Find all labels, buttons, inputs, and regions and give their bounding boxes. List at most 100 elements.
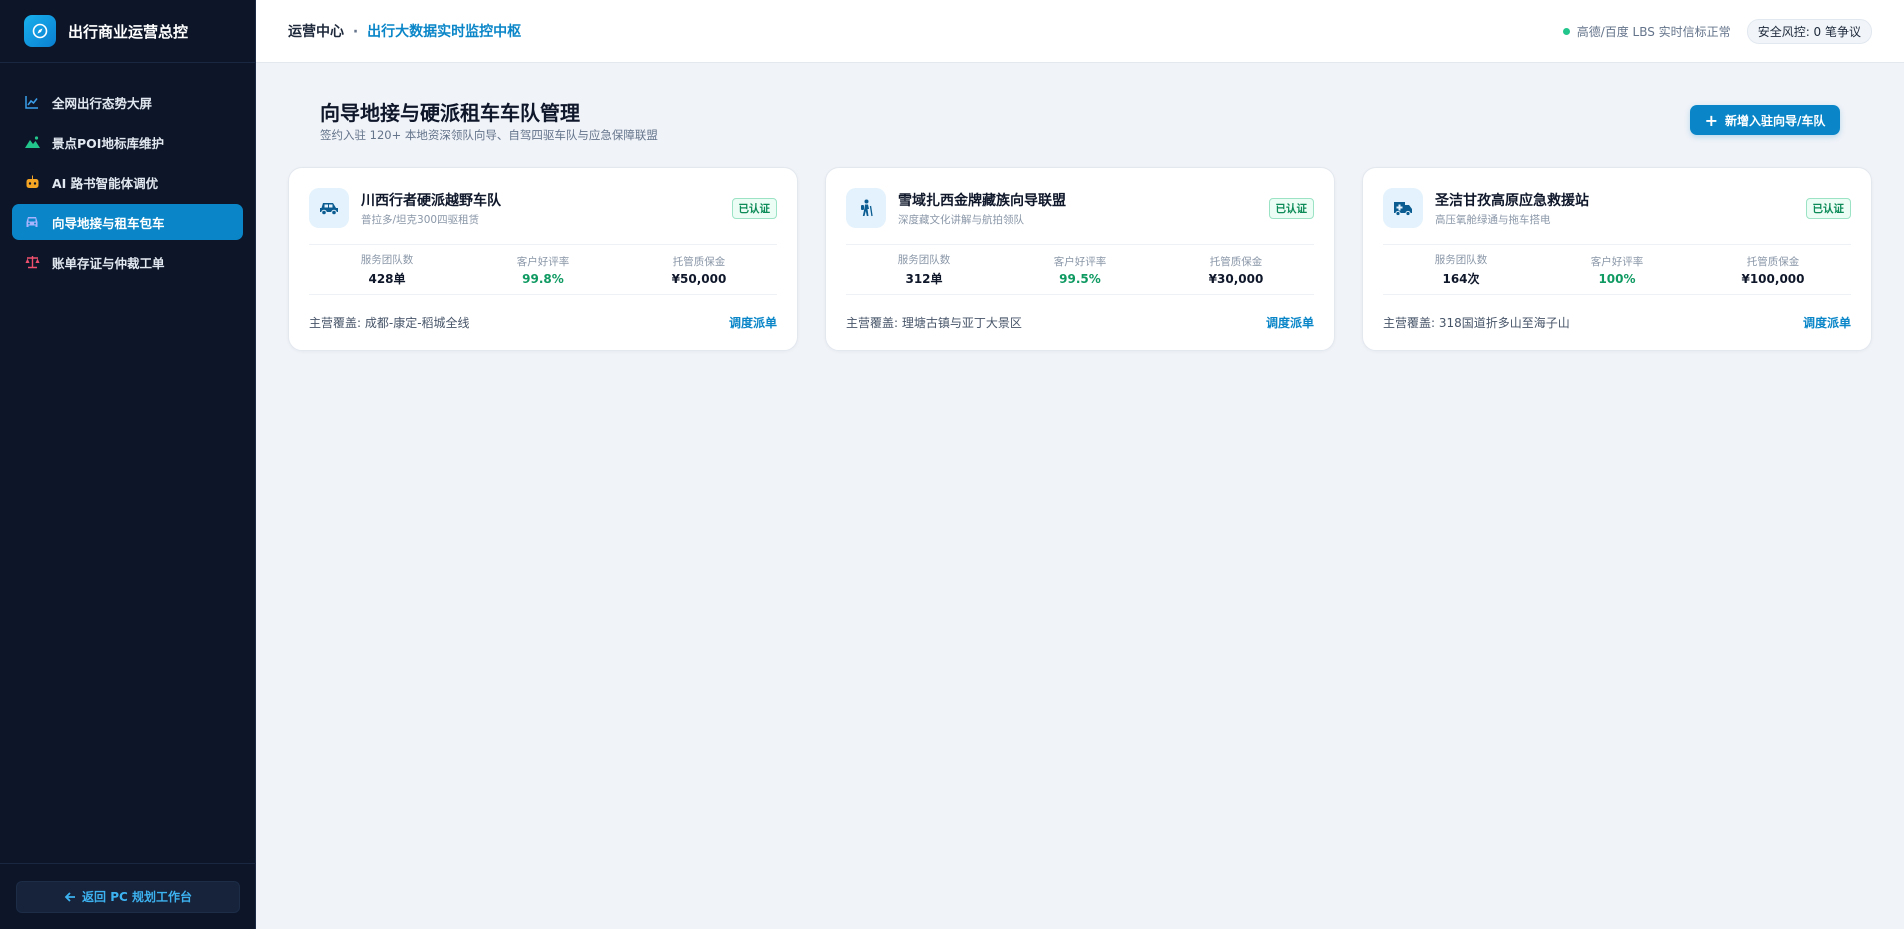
offroad-car-icon bbox=[309, 188, 349, 228]
page-subtitle: 签约入驻 120+ 本地资深领队向导、自驾四驱车队与应急保障联盟 bbox=[320, 128, 658, 142]
stat-value: 428单 bbox=[368, 272, 406, 286]
breadcrumb: 运营中心 · 出行大数据实时监控中枢 bbox=[288, 21, 521, 41]
partner-stats: 服务团队数 164次 客户好评率 100% 托管质保金 ¥100,000 bbox=[1383, 244, 1851, 295]
sidebar-item-label: 账单存证与仲裁工单 bbox=[52, 255, 165, 271]
plus-icon: + bbox=[1704, 110, 1718, 130]
card-titles: 川西行者硬派越野车队 普拉多/坦克300四驱租赁 bbox=[361, 190, 501, 227]
add-button-label: 新增入驻向导/车队 bbox=[1725, 113, 1826, 128]
stat-value: 312单 bbox=[905, 272, 943, 286]
robot-icon bbox=[24, 174, 40, 190]
partner-card: 圣洁甘孜高原应急救援站 高压氧舱绿通与拖车搭电 已认证 服务团队数 164次 客户… bbox=[1362, 167, 1872, 351]
main-content: 向导地接与硬派租车车队管理 签约入驻 120+ 本地资深领队向导、自驾四驱车队与… bbox=[256, 63, 1904, 929]
coverage-text: 主营覆盖: 理塘古镇与亚丁大景区 bbox=[846, 316, 1022, 330]
verified-badge: 已认证 bbox=[1268, 197, 1314, 219]
stat-value: 99.8% bbox=[522, 271, 564, 286]
brand: 出行商业运营总控 bbox=[0, 0, 255, 63]
compass-icon bbox=[24, 15, 56, 47]
card-footer: 主营覆盖: 理塘古镇与亚丁大景区 调度派单 bbox=[846, 295, 1314, 350]
stat-label: 托管质保金 bbox=[1209, 255, 1263, 268]
stat-deposit: 托管质保金 ¥100,000 bbox=[1695, 254, 1851, 286]
lbs-signal-status: 高德/百度 LBS 实时信标正常 bbox=[1562, 23, 1731, 40]
risk-control-badge[interactable]: 安全风控: 0 笔争议 bbox=[1746, 18, 1872, 44]
verified-badge: 已认证 bbox=[1805, 197, 1851, 219]
stat-orders: 服务团队数 312单 bbox=[846, 252, 1002, 287]
mountain-icon bbox=[24, 134, 40, 150]
stat-value: 164次 bbox=[1442, 272, 1480, 286]
stat-label: 客户好评率 bbox=[1053, 255, 1107, 268]
card-header: 雪域扎西金牌藏族向导联盟 深度藏文化讲解与航拍领队 已认证 bbox=[846, 188, 1314, 228]
partner-desc: 普拉多/坦克300四驱租赁 bbox=[361, 213, 480, 226]
status-dot-icon bbox=[1562, 27, 1570, 35]
back-button-label: 返回 PC 规划工作台 bbox=[82, 890, 192, 904]
page-title: 向导地接与硬派租车车队管理 bbox=[320, 101, 580, 125]
stat-label: 服务团队数 bbox=[897, 254, 951, 266]
partner-name: 雪域扎西金牌藏族向导联盟 bbox=[898, 192, 1066, 209]
dispatch-button[interactable]: 调度派单 bbox=[1803, 314, 1851, 331]
stat-value: ¥50,000 bbox=[671, 271, 727, 286]
header-status: 高德/百度 LBS 实时信标正常 安全风控: 0 笔争议 bbox=[1562, 18, 1872, 44]
dispatch-button[interactable]: 调度派单 bbox=[1266, 314, 1314, 331]
add-partner-button[interactable]: + 新增入驻向导/车队 bbox=[1690, 105, 1840, 135]
stat-orders: 服务团队数 428单 bbox=[309, 252, 465, 287]
card-header: 圣洁甘孜高原应急救援站 高压氧舱绿通与拖车搭电 已认证 bbox=[1383, 188, 1851, 228]
stat-label: 服务团队数 bbox=[360, 254, 414, 266]
app-title: 出行商业运营总控 bbox=[68, 22, 189, 41]
stat-rating: 客户好评率 100% bbox=[1539, 254, 1695, 286]
partner-card-list: 川西行者硬派越野车队 普拉多/坦克300四驱租赁 已认证 服务团队数 428单 客… bbox=[288, 167, 1872, 351]
top-bar: 运营中心 · 出行大数据实时监控中枢 高德/百度 LBS 实时信标正常 安全风控… bbox=[256, 0, 1904, 63]
partner-stats: 服务团队数 312单 客户好评率 99.5% 托管质保金 ¥30,000 bbox=[846, 244, 1314, 295]
card-header: 川西行者硬派越野车队 普拉多/坦克300四驱租赁 已认证 bbox=[309, 188, 777, 228]
stat-label: 客户好评率 bbox=[516, 255, 570, 268]
arrow-left-icon bbox=[64, 891, 76, 902]
stat-value: 100% bbox=[1598, 271, 1636, 286]
stat-rating: 客户好评率 99.8% bbox=[465, 254, 621, 286]
stat-value: ¥100,000 bbox=[1741, 271, 1805, 286]
stat-label: 托管质保金 bbox=[672, 255, 726, 268]
car-icon bbox=[24, 214, 40, 230]
stat-rating: 客户好评率 99.5% bbox=[1002, 254, 1158, 286]
card-footer: 主营覆盖: 成都-康定-稻城全线 调度派单 bbox=[309, 295, 777, 350]
stat-orders: 服务团队数 164次 bbox=[1383, 252, 1539, 287]
card-footer: 主营覆盖: 318国道折多山至海子山 调度派单 bbox=[1383, 295, 1851, 350]
sidebar-item-label: 全网出行态势大屏 bbox=[52, 95, 153, 111]
signal-status-text: 高德/百度 LBS 实时信标正常 bbox=[1576, 24, 1731, 39]
ambulance-icon bbox=[1383, 188, 1423, 228]
breadcrumb-separator: · bbox=[352, 24, 359, 40]
sidebar-nav: 全网出行态势大屏 景点POI地标库维护 AI 路书智能体调优 向导地接与租车包车… bbox=[0, 63, 255, 280]
sidebar-item-dashboard[interactable]: 全网出行态势大屏 bbox=[12, 84, 243, 120]
sidebar-footer: 返回 PC 规划工作台 bbox=[0, 863, 256, 929]
partner-desc: 深度藏文化讲解与航拍领队 bbox=[898, 213, 1024, 226]
sidebar-item-ai[interactable]: AI 路书智能体调优 bbox=[12, 164, 243, 200]
stat-deposit: 托管质保金 ¥30,000 bbox=[1158, 254, 1314, 286]
partner-stats: 服务团队数 428单 客户好评率 99.8% 托管质保金 ¥50,000 bbox=[309, 244, 777, 295]
back-to-workbench-button[interactable]: 返回 PC 规划工作台 bbox=[16, 880, 240, 913]
partner-card: 川西行者硬派越野车队 普拉多/坦克300四驱租赁 已认证 服务团队数 428单 客… bbox=[288, 167, 798, 351]
stat-label: 服务团队数 bbox=[1434, 254, 1488, 266]
sidebar-item-label: 景点POI地标库维护 bbox=[52, 135, 164, 151]
page-header: 向导地接与硬派租车车队管理 签约入驻 120+ 本地资深领队向导、自驾四驱车队与… bbox=[288, 63, 1872, 167]
sidebar-item-poi[interactable]: 景点POI地标库维护 bbox=[12, 124, 243, 160]
partner-desc: 高压氧舱绿通与拖车搭电 bbox=[1435, 213, 1551, 226]
sidebar: 出行商业运营总控 全网出行态势大屏 景点POI地标库维护 AI 路书智能体调优 … bbox=[0, 0, 256, 929]
sidebar-item-billing[interactable]: 账单存证与仲裁工单 bbox=[12, 244, 243, 280]
sidebar-item-label: 向导地接与租车包车 bbox=[52, 215, 165, 231]
card-titles: 雪域扎西金牌藏族向导联盟 深度藏文化讲解与航拍领队 bbox=[898, 190, 1066, 227]
stat-deposit: 托管质保金 ¥50,000 bbox=[621, 254, 777, 286]
hiker-icon bbox=[846, 188, 886, 228]
scale-icon bbox=[24, 254, 40, 270]
coverage-text: 主营覆盖: 成都-康定-稻城全线 bbox=[309, 316, 470, 330]
partner-name: 川西行者硬派越野车队 bbox=[361, 192, 501, 209]
stat-value: ¥30,000 bbox=[1208, 271, 1264, 286]
dispatch-button[interactable]: 调度派单 bbox=[729, 314, 777, 331]
sidebar-item-guides[interactable]: 向导地接与租车包车 bbox=[12, 204, 243, 240]
partner-card: 雪域扎西金牌藏族向导联盟 深度藏文化讲解与航拍领队 已认证 服务团队数 312单 … bbox=[825, 167, 1335, 351]
stat-value: 99.5% bbox=[1059, 271, 1101, 286]
verified-badge: 已认证 bbox=[731, 197, 777, 219]
breadcrumb-root[interactable]: 运营中心 bbox=[288, 24, 344, 40]
chart-line-icon bbox=[24, 94, 40, 110]
partner-name: 圣洁甘孜高原应急救援站 bbox=[1435, 192, 1589, 209]
coverage-text: 主营覆盖: 318国道折多山至海子山 bbox=[1383, 316, 1570, 330]
card-titles: 圣洁甘孜高原应急救援站 高压氧舱绿通与拖车搭电 bbox=[1435, 190, 1589, 227]
stat-label: 客户好评率 bbox=[1590, 255, 1644, 268]
sidebar-item-label: AI 路书智能体调优 bbox=[52, 175, 159, 191]
